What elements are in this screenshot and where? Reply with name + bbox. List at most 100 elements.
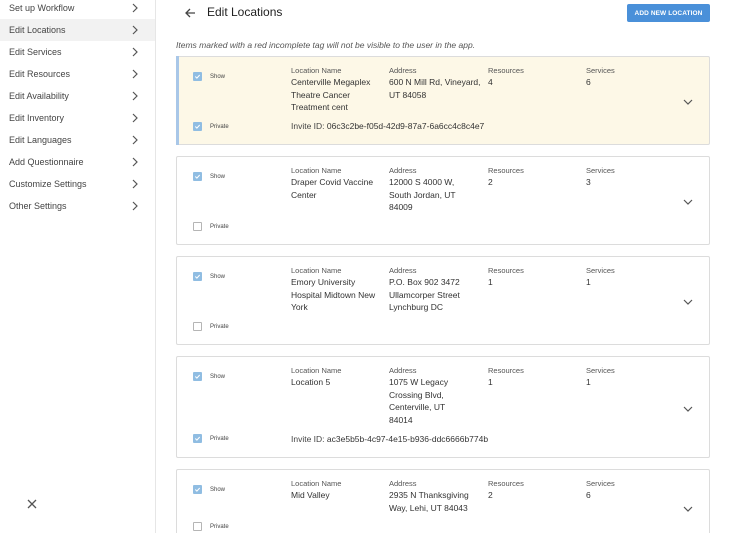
address-label: Address xyxy=(389,66,417,75)
sidebar-item-label: Edit Availability xyxy=(9,91,69,101)
location-name-label: Location Name xyxy=(291,479,342,488)
chevron-right-icon xyxy=(129,24,141,36)
checkbox-checked-icon xyxy=(193,72,202,81)
address-value: 1075 W Legacy Crossing Blvd, Centerville… xyxy=(389,377,449,425)
show-label: Show xyxy=(210,486,226,493)
private-checkbox[interactable]: Private xyxy=(193,522,229,531)
sidebar: Set up Workflow Edit Locations Edit Serv… xyxy=(0,0,156,533)
checkbox-checked-icon xyxy=(193,372,202,381)
chevron-right-icon xyxy=(129,46,141,58)
private-checkbox[interactable]: Private xyxy=(193,122,229,131)
show-checkbox[interactable]: Show xyxy=(193,72,225,81)
back-arrow-icon[interactable] xyxy=(183,6,197,20)
sidebar-item-edit-locations[interactable]: Edit Locations xyxy=(0,19,155,41)
resources-label: Resources xyxy=(488,366,524,375)
services-value: 1 xyxy=(586,277,591,287)
resources-value: 1 xyxy=(488,277,493,287)
location-card[interactable]: Show Private Location Name Emory Univers… xyxy=(176,256,710,345)
sidebar-item-edit-resources[interactable]: Edit Resources xyxy=(0,63,155,85)
resources-label: Resources xyxy=(488,479,524,488)
show-checkbox[interactable]: Show xyxy=(193,272,225,281)
incomplete-tag-note: Items marked with a red incomplete tag w… xyxy=(176,40,476,50)
resources-value: 2 xyxy=(488,177,493,187)
sidebar-item-label: Edit Locations xyxy=(9,25,66,35)
address-label: Address xyxy=(389,266,417,275)
chevron-right-icon xyxy=(129,2,141,14)
location-name-value: Mid Valley xyxy=(291,490,330,500)
resources-label: Resources xyxy=(488,166,524,175)
chevron-right-icon xyxy=(129,178,141,190)
address-value: 12000 S 4000 W, South Jordan, UT 84009 xyxy=(389,177,456,212)
services-value: 6 xyxy=(586,77,591,87)
invite-id: Invite ID: ac3e5b5b-4c97-4e15-b936-ddc66… xyxy=(291,434,488,444)
show-checkbox[interactable]: Show xyxy=(193,485,225,494)
private-checkbox[interactable]: Private xyxy=(193,434,229,443)
checkbox-checked-icon xyxy=(193,485,202,494)
sidebar-item-label: Edit Inventory xyxy=(9,113,65,123)
services-label: Services xyxy=(586,366,615,375)
sidebar-item-setup-workflow[interactable]: Set up Workflow xyxy=(0,0,155,19)
chevron-right-icon xyxy=(129,90,141,102)
show-checkbox[interactable]: Show xyxy=(193,172,225,181)
show-checkbox[interactable]: Show xyxy=(193,372,225,381)
show-label: Show xyxy=(210,173,226,180)
location-card[interactable]: Show Private Location Name Location 5 Ad… xyxy=(176,356,710,458)
resources-label: Resources xyxy=(488,266,524,275)
chevron-down-icon[interactable] xyxy=(682,502,694,514)
close-icon[interactable] xyxy=(25,497,39,511)
checkbox-unchecked-icon xyxy=(193,222,202,231)
sidebar-item-label: Edit Services xyxy=(9,47,62,57)
sidebar-item-label: Set up Workflow xyxy=(9,3,75,13)
show-label: Show xyxy=(210,73,226,80)
location-card[interactable]: Show Private Location Name Draper Covid … xyxy=(176,156,710,245)
services-label: Services xyxy=(586,266,615,275)
services-label: Services xyxy=(586,479,615,488)
sidebar-item-edit-availability[interactable]: Edit Availability xyxy=(0,85,155,107)
location-card[interactable]: Show Private Location Name Mid Valley Ad… xyxy=(176,469,710,533)
sidebar-item-edit-languages[interactable]: Edit Languages xyxy=(0,129,155,151)
location-name-label: Location Name xyxy=(291,366,342,375)
sidebar-item-label: Edit Languages xyxy=(9,135,72,145)
checkbox-checked-icon xyxy=(193,272,202,281)
checkbox-checked-icon xyxy=(193,434,202,443)
address-value: P.O. Box 902 3472 Ullamcorper Street Lyn… xyxy=(389,277,460,312)
chevron-down-icon[interactable] xyxy=(682,295,694,307)
private-label: Private xyxy=(210,523,229,530)
sidebar-item-label: Customize Settings xyxy=(9,179,87,189)
invite-id-value: 06c3c2be-f05d-42d9-87a7-6a6cc4c8c4e7 xyxy=(326,121,485,131)
chevron-right-icon xyxy=(129,134,141,146)
sidebar-item-label: Other Settings xyxy=(9,201,67,211)
location-card[interactable]: Show Private Location Name Centerville M… xyxy=(176,56,710,145)
services-value: 3 xyxy=(586,177,591,187)
show-label: Show xyxy=(210,273,226,280)
address-value: 600 N Mill Rd, Vineyard, UT 84058 xyxy=(389,77,481,100)
services-value: 1 xyxy=(586,377,591,387)
chevron-down-icon[interactable] xyxy=(682,402,694,414)
private-label: Private xyxy=(210,223,229,230)
invite-id: Invite ID: 06c3c2be-f05d-42d9-87a7-6a6cc… xyxy=(291,121,484,131)
resources-label: Resources xyxy=(488,66,524,75)
chevron-down-icon[interactable] xyxy=(682,195,694,207)
sidebar-item-other-settings[interactable]: Other Settings xyxy=(0,195,155,217)
private-label: Private xyxy=(210,435,229,442)
services-label: Services xyxy=(586,66,615,75)
address-label: Address xyxy=(389,366,417,375)
sidebar-item-add-questionnaire[interactable]: Add Questionnaire xyxy=(0,151,155,173)
sidebar-item-label: Add Questionnaire xyxy=(9,157,84,167)
resources-value: 4 xyxy=(488,77,493,87)
private-checkbox[interactable]: Private xyxy=(193,322,229,331)
chevron-down-icon[interactable] xyxy=(682,95,694,107)
checkbox-checked-icon xyxy=(193,172,202,181)
services-label: Services xyxy=(586,166,615,175)
sidebar-item-edit-services[interactable]: Edit Services xyxy=(0,41,155,63)
add-new-location-button[interactable]: ADD NEW LOCATION xyxy=(627,4,710,22)
location-name-label: Location Name xyxy=(291,266,342,275)
location-name-value: Draper Covid Vaccine Center xyxy=(291,177,374,200)
invite-id-label: Invite ID: xyxy=(291,121,325,131)
private-checkbox[interactable]: Private xyxy=(193,222,229,231)
resources-value: 1 xyxy=(488,377,493,387)
chevron-right-icon xyxy=(129,112,141,124)
sidebar-item-customize-settings[interactable]: Customize Settings xyxy=(0,173,155,195)
sidebar-item-edit-inventory[interactable]: Edit Inventory xyxy=(0,107,155,129)
page-title: Edit Locations xyxy=(207,5,283,19)
